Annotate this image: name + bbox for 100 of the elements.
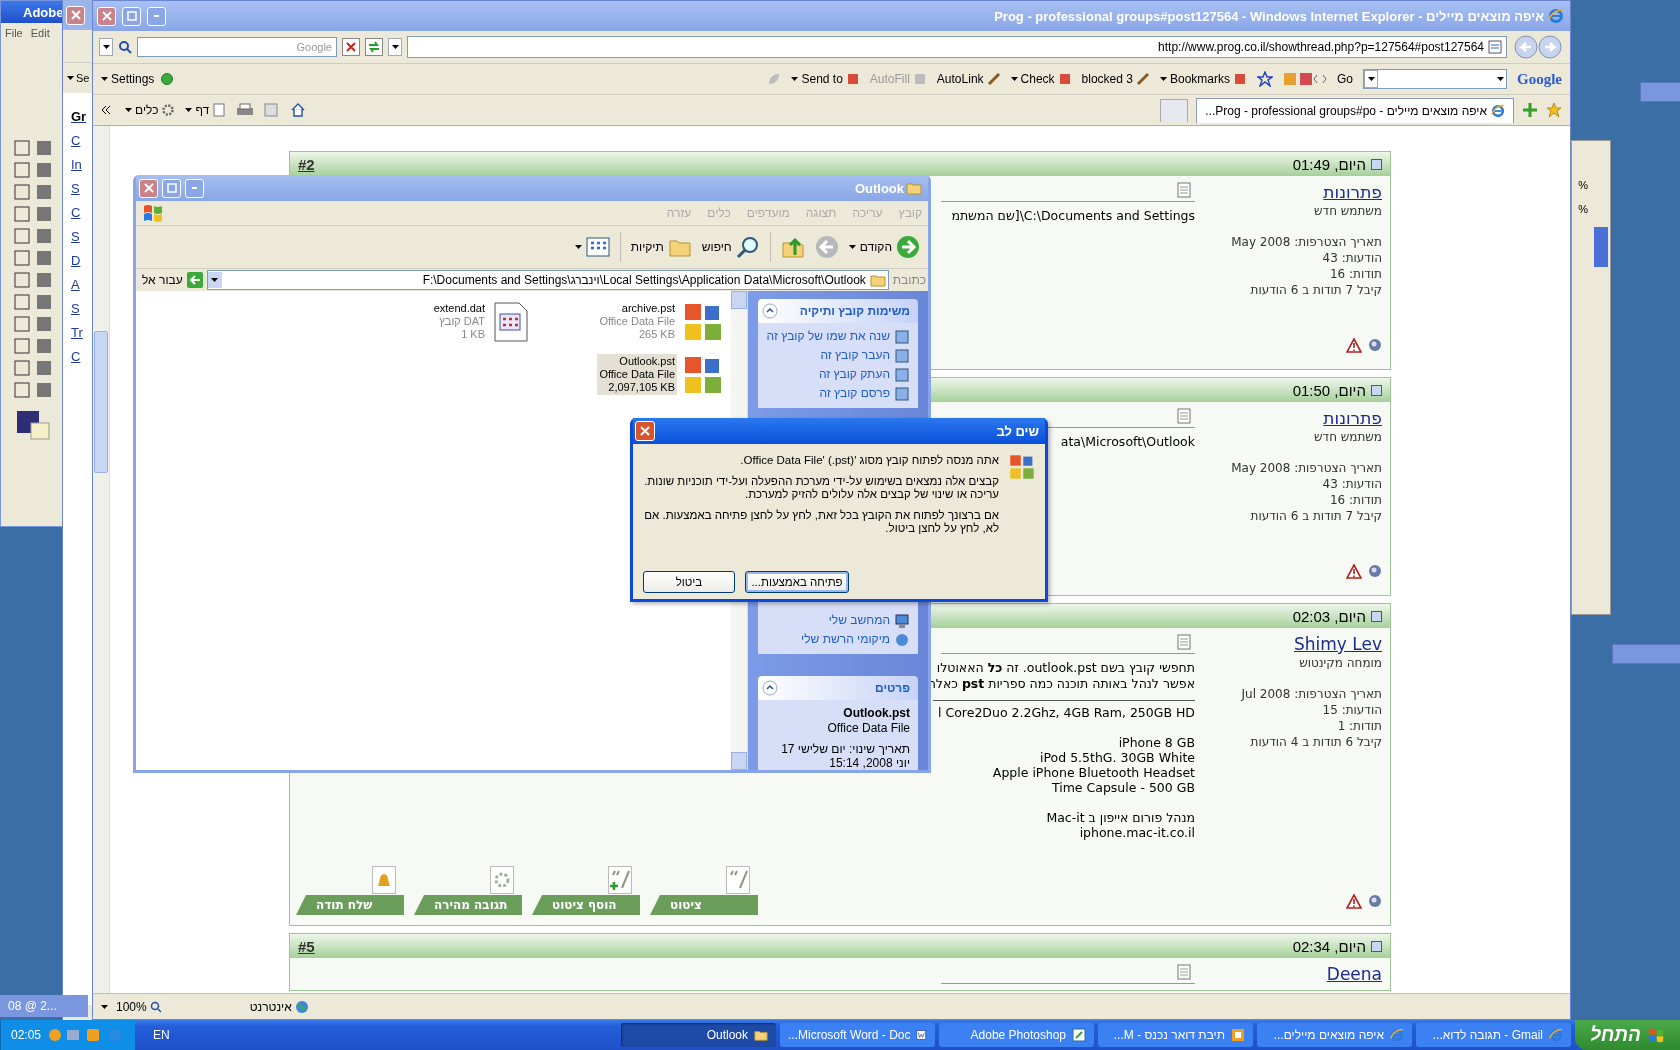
toolbar-button[interactable]: AutoLink [936, 72, 1001, 86]
google-search-field[interactable] [1363, 69, 1507, 89]
folder-up-icon[interactable] [780, 235, 805, 259]
report-warning-icon[interactable] [1346, 564, 1362, 579]
task-link[interactable]: שנה את שמו של קובץ זה [766, 329, 910, 345]
report-warning-icon[interactable] [1346, 894, 1362, 909]
toolbar-icons[interactable] [1283, 71, 1327, 87]
add-favorite-icon[interactable] [1522, 102, 1538, 118]
place-link[interactable]: המחשב שלי [766, 613, 910, 629]
sidebar-link[interactable]: A [71, 273, 80, 297]
ie-logo-icon [1390, 1028, 1404, 1042]
forward-icon[interactable] [814, 235, 839, 259]
taskbar-button[interactable]: איפה מוצאים מיילים... [1257, 1023, 1412, 1047]
minimize-button[interactable] [185, 178, 204, 198]
go-button[interactable]: עבור אל [138, 272, 203, 288]
taskbar-button[interactable]: Adobe Photoshop [939, 1023, 1094, 1047]
collapse-icon[interactable] [762, 680, 778, 696]
start-button[interactable]: התחל [1575, 1020, 1680, 1050]
print-icon[interactable] [236, 103, 255, 117]
task-link[interactable]: העבר קובץ זה [766, 348, 910, 364]
minimize-button[interactable] [147, 6, 166, 26]
toolbar-menu[interactable]: Bookmarks [1159, 72, 1247, 86]
scrollbar[interactable] [93, 126, 110, 993]
sidebar-link[interactable]: D [71, 249, 81, 273]
go-button[interactable]: Go [1337, 72, 1353, 86]
explorer-entry[interactable]: archive.pst Office Data File 265 KB [597, 301, 677, 342]
page-menu[interactable]: דף [185, 103, 227, 117]
sidebar-link[interactable]: S [71, 225, 80, 249]
username-link[interactable]: Shimy Lev [1294, 634, 1382, 654]
zoom-level[interactable]: 100% [116, 999, 162, 1014]
search-field[interactable]: Google [137, 37, 337, 57]
post-number[interactable]: #5 [298, 937, 315, 955]
new-tab-button[interactable] [1160, 98, 1189, 122]
back-forward-icon[interactable] [1512, 34, 1564, 60]
signature-text: l Core2Duo 2.2Ghz, 4GB Ram, 250GB HD [938, 705, 1195, 720]
refresh-icon[interactable] [365, 38, 383, 56]
report-warning-icon[interactable] [1346, 338, 1362, 353]
scroll-thumb[interactable] [1594, 227, 1608, 267]
place-link[interactable]: מיקומי הרשת שלי [766, 632, 910, 648]
feeds-icon[interactable] [264, 103, 281, 117]
sidebar-link[interactable]: C [71, 201, 81, 225]
address-field[interactable]: http://www.prog.co.il/showthread.php?p=127564#post127564 [407, 36, 1507, 58]
toolbar-menu[interactable]: Send to [791, 72, 860, 86]
message-text: תחפשי קובץ בשם outlook.pst. זה כל האאוטלו [936, 660, 1195, 676]
username-link[interactable]: פתרונות [1323, 408, 1382, 428]
toolbar-item[interactable]: Se [76, 72, 90, 84]
dropdown-button[interactable] [388, 38, 402, 56]
leaf-icon[interactable] [767, 72, 782, 86]
explorer-entry[interactable]: Outlook.pst Office Data File 2,097,105 KB [597, 354, 677, 395]
sidebar-link[interactable]: C [71, 129, 81, 153]
dialog-button[interactable]: פתיחה באמצעות... [745, 571, 849, 593]
toolbar-menu[interactable]: Check [1010, 72, 1072, 86]
sidebar-link[interactable]: S [71, 177, 80, 201]
username-link[interactable]: Deena [1326, 964, 1382, 984]
task-link[interactable]: העתק קובץ זה [766, 367, 910, 383]
sidebar-link[interactable]: S [71, 297, 80, 321]
home-icon[interactable] [290, 102, 307, 118]
sidebar-link[interactable]: Tr [71, 321, 83, 345]
close-button[interactable] [97, 6, 116, 26]
chevron-icon[interactable] [101, 105, 111, 115]
back-button[interactable]: הקודם [848, 235, 920, 259]
menu-item[interactable]: Edit [30, 27, 50, 39]
star-icon[interactable] [1257, 71, 1273, 87]
views-button[interactable] [574, 237, 610, 257]
close-button[interactable] [139, 178, 158, 198]
stop-icon[interactable] [342, 38, 360, 56]
taskbar-button[interactable]: תיבת דואר נכנס - M... [1098, 1023, 1253, 1047]
settings-menu[interactable]: Settings [101, 72, 174, 86]
dialog-button[interactable]: ביטול [643, 571, 735, 593]
menu-item[interactable]: File [5, 27, 23, 39]
toolbar-button[interactable]: blocked 3 [1081, 72, 1150, 86]
task-link[interactable]: פרסם קובץ זה [766, 386, 910, 402]
address-field[interactable]: F:\Documents and Settings\וינברג\Local Settings\Application Data\Microsoft\Outlook [206, 270, 889, 290]
dropdown-button[interactable] [99, 38, 113, 56]
search-icon[interactable] [118, 40, 132, 54]
taskbar-button[interactable]: Gmail - תגובה לדוא... [1416, 1023, 1571, 1047]
sidebar-link[interactable]: C [71, 345, 81, 369]
close-button[interactable] [66, 5, 85, 25]
language-indicator[interactable]: EN [139, 1028, 184, 1042]
search-button[interactable]: חיפוש [701, 235, 760, 259]
tools-menu[interactable]: כלים [125, 103, 176, 117]
details-panel-header[interactable]: פרטים [758, 676, 918, 700]
maximize-button[interactable] [162, 178, 181, 198]
taskbar-button[interactable]: Microsoft Word - Doc... [780, 1023, 935, 1047]
folders-button[interactable]: תיקיות [630, 235, 692, 259]
browser-tab[interactable]: איפה מוצאים מיילים - Prog - professional groups#po... [1196, 97, 1514, 123]
user-stat: תודות: 16 [1330, 492, 1382, 508]
close-button[interactable] [635, 421, 655, 441]
sidebar-link[interactable]: In [71, 153, 82, 177]
collapse-icon[interactable] [762, 303, 778, 319]
maximize-button[interactable] [122, 6, 141, 26]
post-number[interactable]: #2 [298, 155, 315, 173]
task-icon [894, 386, 910, 402]
task-panel-header[interactable]: משימות קובץ ותיקיה [758, 299, 918, 323]
username-link[interactable]: פתרונות [1323, 182, 1382, 202]
google-logo[interactable]: Google [1517, 70, 1562, 88]
sidebar-link[interactable]: Gr [71, 105, 87, 129]
star-icon[interactable] [1546, 102, 1562, 118]
close-icon [101, 11, 112, 21]
taskbar-button[interactable]: Outlook [621, 1023, 776, 1047]
